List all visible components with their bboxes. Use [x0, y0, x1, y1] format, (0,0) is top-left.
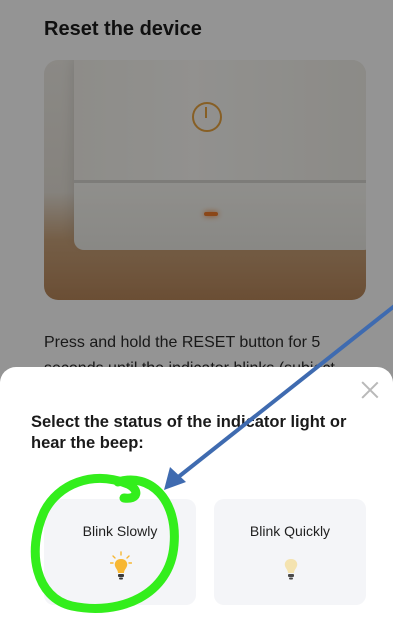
indicator-status-sheet: Select the status of the indicator light… [0, 367, 393, 625]
option-label: Blink Quickly [249, 523, 331, 539]
blink-slowly-option[interactable]: Blink Slowly [44, 499, 196, 605]
bulb-dim-icon [284, 559, 298, 580]
option-label: Blink Slowly [82, 523, 158, 539]
bulb-lit-icon [110, 551, 132, 580]
close-icon[interactable] [359, 379, 381, 401]
blink-quickly-option[interactable]: Blink Quickly [214, 499, 366, 605]
sheet-title: Select the status of the indicator light… [31, 413, 347, 452]
